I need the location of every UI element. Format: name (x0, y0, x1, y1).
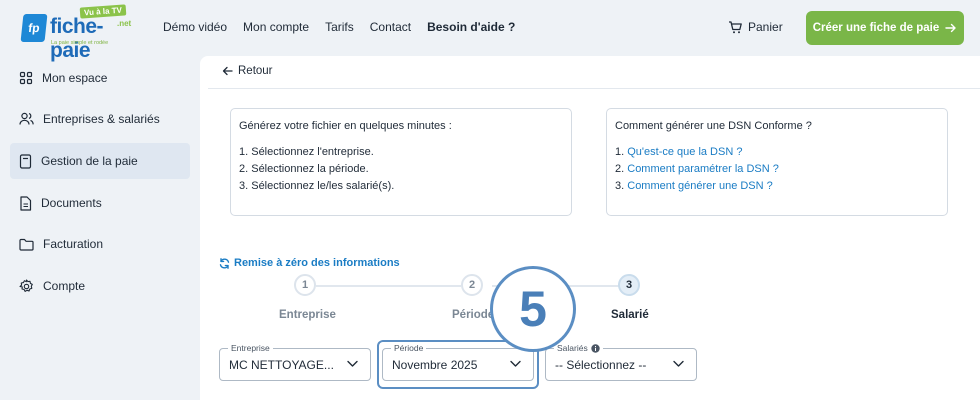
card-line-number: 2. (615, 163, 625, 175)
link-what-is-dsn[interactable]: Qu'est-ce que la DSN ? (627, 146, 742, 158)
sidebar-item-compte[interactable]: Compte (10, 268, 190, 304)
reset-label: Remise à zéro des informations (234, 257, 400, 269)
nav-tarifs[interactable]: Tarifs (325, 20, 354, 34)
back-link[interactable]: Retour (222, 65, 273, 77)
sidebar-item-documents[interactable]: Documents (10, 185, 190, 221)
cart-icon (729, 20, 742, 33)
cart-label: Panier (748, 20, 783, 34)
step-1-label: Entreprise (279, 309, 336, 321)
stepper-connector (316, 285, 461, 287)
arrow-right-icon (945, 23, 956, 33)
nav-contact[interactable]: Contact (370, 20, 411, 34)
logo-tld: .net (117, 19, 132, 28)
sidebar: Mon espace Entreprises & salariés Gestio… (0, 56, 200, 400)
main-nav: Démo vidéo Mon compte Tarifs Contact Bes… (163, 20, 515, 34)
gear-icon (19, 278, 33, 292)
sidebar-item-label: Compte (43, 279, 86, 293)
chevron-down-icon (347, 360, 358, 367)
info-card-dsn: Comment générer une DSN Conforme ? 1. Qu… (606, 108, 948, 216)
logo[interactable]: fp fiche-paie .net Vu à la TV La paie si… (20, 4, 140, 62)
step-3-circle: 3 (618, 274, 640, 296)
top-header: fp fiche-paie .net Vu à la TV La paie si… (0, 0, 980, 62)
sidebar-item-label: Entreprises & salariés (43, 112, 160, 126)
grid-icon (19, 71, 33, 85)
file-icon (20, 195, 32, 211)
arrow-left-icon (222, 66, 233, 76)
card-line-number: 1. (615, 146, 625, 158)
sidebar-item-gestion-paie[interactable]: Gestion de la paie (10, 143, 190, 179)
card-line: 1. Qu'est-ce que la DSN ? (615, 146, 939, 158)
logo-tagline: La paie simple et rodée (51, 40, 109, 46)
card-line-number: 3. (615, 180, 625, 192)
link-configure-dsn[interactable]: Comment paramétrer la DSN ? (627, 163, 779, 175)
field-label: Salariés (554, 343, 603, 353)
card-title: Comment générer une DSN Conforme ? (615, 120, 812, 132)
step-annotation-badge: 5 (490, 266, 576, 352)
sidebar-item-label: Gestion de la paie (41, 154, 138, 168)
cart-link[interactable]: Panier (728, 20, 783, 34)
chevron-down-icon (673, 360, 684, 367)
cta-label: Créer une fiche de paie (812, 22, 940, 34)
sidebar-item-label: Mon espace (42, 71, 108, 85)
info-icon[interactable] (591, 343, 600, 353)
sidebar-item-label: Facturation (43, 237, 104, 251)
sidebar-item-mon-espace[interactable]: Mon espace (10, 60, 190, 96)
sidebar-item-facturation[interactable]: Facturation (10, 226, 190, 262)
sidebar-item-entreprises[interactable]: Entreprises & salariés (10, 101, 190, 137)
card-title: Générez votre fichier en quelques minute… (239, 120, 452, 132)
card-line: 2. Sélectionnez la période. (239, 163, 369, 175)
field-value: -- Sélectionnez -- (555, 358, 647, 372)
card-line: 2. Comment paramétrer la DSN ? (615, 163, 939, 175)
step-3-label: Salarié (611, 309, 649, 321)
create-payslip-button[interactable]: Créer une fiche de paie (806, 11, 964, 45)
salaries-select[interactable]: Salariés -- Sélectionnez -- (545, 343, 697, 381)
card-line: 3. Comment générer une DSN ? (615, 180, 939, 192)
step-1-circle: 1 (294, 274, 316, 296)
info-card-steps: Générez votre fichier en quelques minute… (230, 108, 572, 216)
reset-button[interactable]: Remise à zéro des informations (219, 257, 400, 269)
logo-mark: fp (20, 14, 48, 42)
entreprise-select[interactable]: Entreprise MC NETTOYAGE... (219, 343, 371, 381)
refresh-icon (219, 257, 230, 269)
link-generate-dsn[interactable]: Comment générer une DSN ? (627, 180, 773, 192)
document-icon (19, 153, 32, 169)
nav-demo-video[interactable]: Démo vidéo (163, 20, 227, 34)
field-label-text: Salariés (557, 343, 588, 353)
step-2-circle: 2 (461, 274, 483, 296)
users-icon (19, 112, 34, 125)
back-label: Retour (238, 65, 273, 77)
card-line: 3. Sélectionnez le/les salarié(s). (239, 180, 395, 192)
folder-icon (19, 238, 34, 251)
field-label: Entreprise (228, 343, 273, 353)
step-2-label: Période (452, 309, 495, 321)
nav-help[interactable]: Besoin d'aide ? (427, 20, 515, 34)
nav-mon-compte[interactable]: Mon compte (243, 20, 309, 34)
main-panel: Retour Générez votre fichier en quelques… (200, 56, 980, 400)
divider (208, 88, 980, 89)
field-value: MC NETTOYAGE... (229, 358, 334, 372)
card-line: 1. Sélectionnez l'entreprise. (239, 146, 374, 158)
sidebar-item-label: Documents (41, 196, 102, 210)
